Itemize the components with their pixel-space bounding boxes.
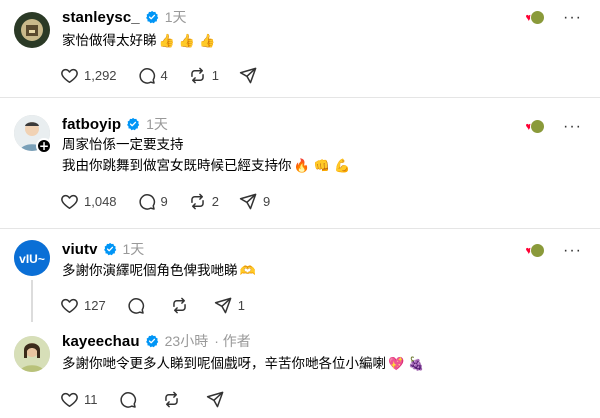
repost-button[interactable]: 1	[188, 66, 219, 85]
comment-button[interactable]: 4	[137, 66, 168, 85]
verified-icon	[145, 10, 159, 24]
emoji: 💖 🍇	[388, 357, 425, 372]
post-stanleysc: stanleysc_ 1天 家怡做得太好睇 👍 👍 👍 1,292 4 1 ♥ ·…	[0, 0, 600, 97]
post-time[interactable]: 1天	[123, 239, 145, 259]
comment-icon	[137, 192, 156, 211]
verified-icon	[126, 117, 140, 131]
comment-button[interactable]: 9	[137, 192, 168, 211]
share-count: 1	[237, 297, 245, 313]
repost-count: 2	[211, 193, 220, 209]
author-label: · 作者	[214, 333, 251, 349]
repost-icon	[188, 66, 207, 85]
avatar[interactable]	[14, 12, 50, 48]
liked-by-author[interactable]: ♥	[525, 243, 546, 258]
post-header: stanleysc_ 1天	[62, 7, 187, 27]
post-text: 周家怡係一定要支持 我由你跳舞到做宮女既時候已經支持你 🔥 👊 💪	[62, 135, 350, 177]
author-avatar	[530, 119, 546, 134]
heart-icon	[60, 66, 79, 85]
verified-icon	[103, 242, 117, 256]
author-avatar	[530, 243, 546, 258]
like-count: 1,292	[84, 67, 117, 83]
post-fatboyip: + fatboyip 1天 周家怡係一定要支持 我由你跳舞到做宮女既時候已經支持…	[0, 97, 600, 228]
post-kayeechau: kayeechau 23小時 · 作者 多謝你哋令更多人睇到呢個戲呀，辛苦你哋各…	[0, 320, 600, 418]
action-bar: 1,292 4 1	[60, 64, 283, 86]
heart-icon	[60, 390, 79, 409]
action-bar: 1,048 9 2 9	[60, 190, 290, 212]
like-count: 127	[84, 297, 106, 313]
author-avatar	[530, 10, 546, 25]
like-button[interactable]: 1,292	[60, 66, 117, 85]
repost-icon	[188, 192, 207, 211]
post-header: kayeechau 23小時 · 作者	[62, 331, 251, 351]
username[interactable]: kayeechau	[62, 333, 140, 350]
share-button[interactable]: 1	[214, 296, 245, 315]
comment-count: 4	[160, 67, 168, 83]
repost-count: 1	[211, 67, 220, 83]
post-tools: ♥ ···	[525, 242, 582, 258]
post-time[interactable]: 1天	[146, 114, 168, 134]
share-button[interactable]: 9	[239, 192, 270, 211]
verified-icon	[145, 334, 159, 348]
emoji: 🔥 👊 💪	[293, 159, 351, 174]
post-viutv: vIU~ viutv 1天 多謝你演繹呢個角色俾我哋睇 🫶 127 1 ♥ ···	[0, 228, 600, 320]
follow-plus-icon[interactable]: +	[36, 138, 52, 154]
viutv-logo-text: vIU~	[19, 252, 45, 266]
post-time[interactable]: 1天	[165, 7, 187, 27]
repost-icon	[162, 390, 181, 409]
like-button[interactable]: 127	[60, 296, 106, 315]
post-line: 家怡做得太好睇	[62, 33, 157, 49]
share-icon	[239, 192, 258, 211]
like-button[interactable]: 11	[60, 390, 98, 409]
liked-by-author[interactable]: ♥	[525, 10, 546, 25]
emoji: 🫶	[239, 264, 256, 279]
liked-by-author[interactable]: ♥	[525, 119, 546, 134]
more-icon[interactable]: ···	[563, 118, 582, 134]
action-bar: 127 1	[60, 294, 265, 316]
comment-icon	[126, 296, 145, 315]
action-bar: 11	[60, 388, 250, 410]
share-icon	[214, 296, 233, 315]
comment-icon	[137, 66, 156, 85]
share-icon	[206, 390, 225, 409]
comment-button[interactable]	[118, 390, 142, 409]
repost-icon	[170, 296, 189, 315]
post-tools: ♥ ···	[525, 9, 582, 25]
like-count: 1,048	[84, 193, 117, 209]
post-line: 多謝你演繹呢個角色俾我哋睇	[62, 263, 238, 279]
comment-icon	[118, 390, 137, 409]
post-text: 多謝你哋令更多人睇到呢個戲呀，辛苦你哋各位小編喇 💖 🍇	[62, 354, 425, 375]
emoji: 👍 👍 👍	[158, 34, 216, 49]
more-icon[interactable]: ···	[563, 242, 582, 258]
repost-button[interactable]: 2	[188, 192, 219, 211]
username[interactable]: fatboyip	[62, 116, 121, 133]
username[interactable]: viutv	[62, 241, 98, 258]
avatar[interactable]: vIU~	[14, 240, 50, 276]
post-line: 我由你跳舞到做宮女既時候已經支持你	[62, 158, 292, 174]
heart-icon	[60, 192, 79, 211]
share-count: 9	[263, 193, 271, 209]
post-header: viutv 1天	[62, 239, 144, 259]
more-icon[interactable]: ···	[563, 9, 582, 25]
post-line: 多謝你哋令更多人睇到呢個戲呀，辛苦你哋各位小編喇	[62, 356, 386, 372]
post-line: 周家怡係一定要支持	[62, 137, 184, 153]
like-count: 11	[84, 391, 98, 407]
post-tools: ♥ ···	[525, 118, 582, 134]
post-time[interactable]: 23小時	[165, 331, 209, 351]
share-icon	[239, 66, 258, 85]
avatar[interactable]	[14, 336, 50, 372]
post-text: 家怡做得太好睇 👍 👍 👍	[62, 31, 215, 52]
comment-button[interactable]	[126, 296, 150, 315]
share-button[interactable]	[239, 66, 263, 85]
post-text: 多謝你演繹呢個角色俾我哋睇 🫶	[62, 261, 256, 282]
like-button[interactable]: 1,048	[60, 192, 117, 211]
repost-button[interactable]	[170, 296, 194, 315]
share-button[interactable]	[206, 390, 230, 409]
comment-count: 9	[160, 193, 168, 209]
repost-button[interactable]	[162, 390, 186, 409]
post-header: fatboyip 1天	[62, 114, 168, 134]
username[interactable]: stanleysc_	[62, 9, 140, 26]
heart-icon	[60, 296, 79, 315]
